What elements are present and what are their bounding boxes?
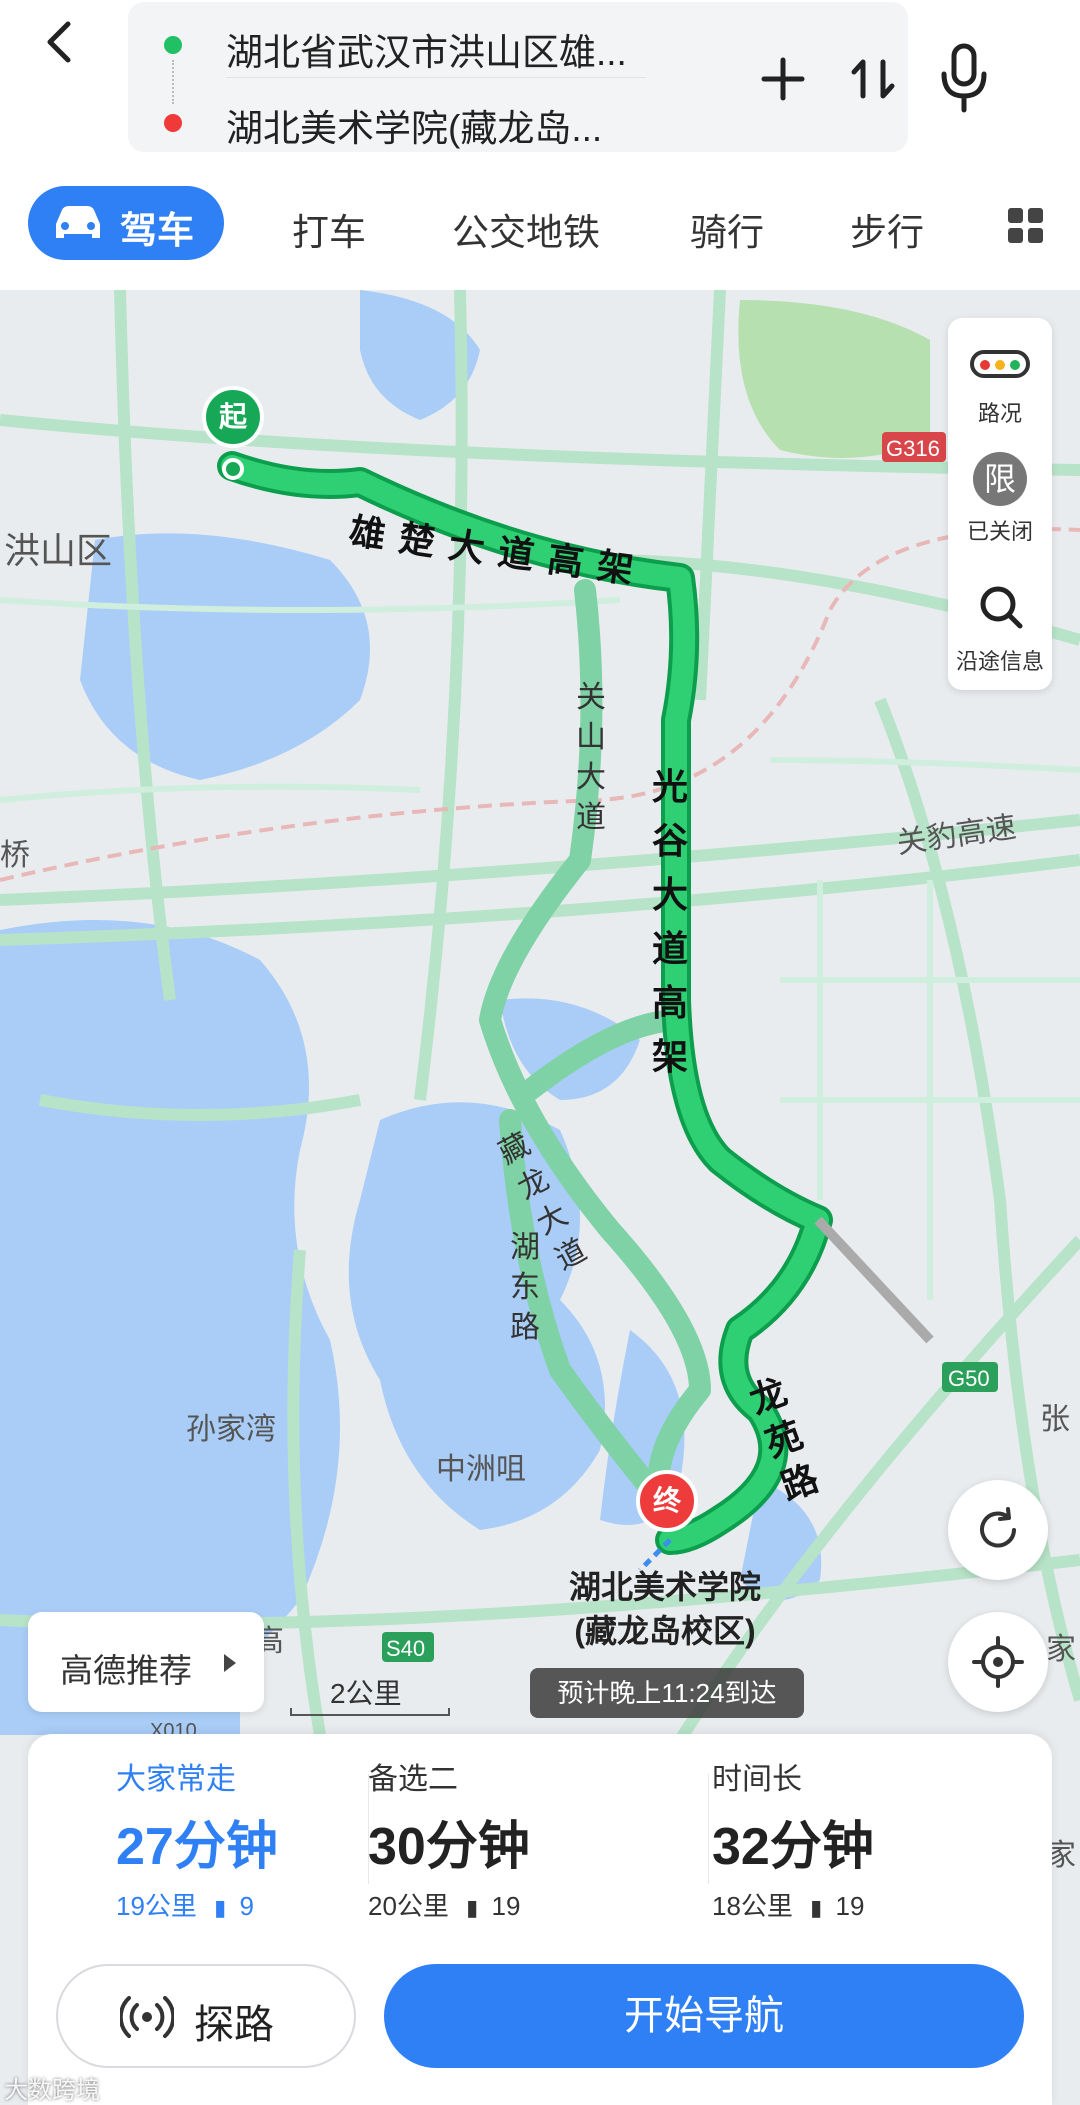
explore-button[interactable]: 探路 — [56, 1964, 356, 2068]
route-time: 30分钟 — [368, 1818, 530, 1876]
route-lights: 19 — [835, 1891, 865, 1921]
back-arrow-icon[interactable] — [30, 12, 90, 72]
route-distance: 18公里 — [712, 1891, 793, 1921]
start-marker[interactable]: 起 — [202, 386, 264, 448]
route-lights: 19 — [491, 1891, 521, 1921]
recommend-button[interactable]: 高德推荐 — [28, 1612, 264, 1712]
route-option-3[interactable]: 时间长 32分钟 18公里 ▮ 19 — [712, 1734, 1052, 1924]
header: 湖北省武汉市洪山区雄... 湖北美术学院(藏龙岛... 驾车 打车 公交地铁 骑… — [0, 0, 1080, 290]
route-tag: 时间长 — [712, 1763, 802, 1796]
route-panel: 大家常走 27分钟 19公里 ▮ 9 备选二 30分钟 20公里 ▮ 19 时间… — [28, 1734, 1052, 2105]
traffic-light-icon: ▮ — [466, 1895, 479, 1920]
route-distance: 19公里 — [116, 1891, 197, 1921]
route-meta: 18公里 ▮ 19 — [712, 1886, 864, 1923]
scale-bar — [290, 1708, 450, 1716]
traffic-light-icon: ▮ — [810, 1895, 823, 1920]
refresh-icon — [980, 1507, 1016, 1548]
road-guanshan: 关山大道 — [576, 681, 606, 834]
eta-badge: 预计晚上11:24到达 — [530, 1668, 804, 1718]
divider — [226, 77, 646, 78]
traffic-label: 路况 — [977, 401, 1022, 426]
route-meta: 20公里 ▮ 19 — [368, 1886, 520, 1923]
travel-mode-tabs: 驾车 打车 公交地铁 骑行 步行 — [0, 180, 1080, 270]
route-distance: 20公里 — [368, 1891, 449, 1921]
route-option-1[interactable]: 大家常走 27分钟 19公里 ▮ 9 — [28, 1734, 368, 1924]
divider — [708, 1774, 709, 1884]
place-hongshan: 洪山区 — [4, 530, 113, 571]
refresh-button[interactable] — [948, 1480, 1048, 1580]
locate-icon — [972, 1636, 1024, 1688]
tab-transit[interactable]: 公交地铁 — [452, 202, 600, 256]
microphone-icon[interactable] — [936, 42, 992, 116]
route-tag: 备选二 — [368, 1763, 458, 1796]
along-route-button[interactable]: 沿途信息 — [948, 568, 1052, 686]
restriction-button[interactable]: 限 已关闭 — [948, 442, 1052, 560]
destination-label-line1: 湖北美术学院 — [568, 1569, 761, 1605]
route-tag: 大家常走 — [116, 1763, 236, 1796]
locate-button[interactable] — [948, 1612, 1048, 1712]
restriction-label: 已关闭 — [966, 519, 1033, 544]
origin-dot-icon — [164, 36, 182, 54]
map-tools-card: 路况 限 已关闭 沿途信息 — [948, 318, 1052, 690]
place-zhongzhouju: 中洲咀 — [436, 1453, 526, 1486]
along-route-label: 沿途信息 — [955, 649, 1044, 674]
car-icon — [56, 206, 100, 238]
search-icon — [980, 586, 1023, 629]
destination-label: 湖北美术学院 (藏龙岛校区) — [555, 1565, 775, 1653]
route-time: 27分钟 — [116, 1818, 278, 1876]
route-option-2[interactable]: 备选二 30分钟 20公里 ▮ 19 — [368, 1734, 708, 1924]
add-icon[interactable] — [758, 54, 808, 104]
traffic-icon — [970, 350, 1030, 378]
explore-label: 探路 — [194, 2003, 274, 2047]
road-guanggu: 光谷大道高架 — [652, 766, 689, 1077]
tab-walk[interactable]: 步行 — [850, 202, 924, 256]
highway-badge-g316: G316 — [886, 436, 940, 461]
destination-label-line2: (藏龙岛校区) — [574, 1613, 756, 1649]
destination-input[interactable]: 湖北美术学院(藏龙岛... — [226, 98, 602, 152]
place-jia: 家 — [1046, 1633, 1076, 1666]
place-sunjiawan: 孙家湾 — [186, 1413, 276, 1446]
address-box[interactable]: 湖北省武汉市洪山区雄... 湖北美术学院(藏龙岛... — [128, 2, 987, 152]
recommend-label: 高德推荐 — [60, 1652, 192, 1689]
restriction-icon: 限 — [973, 452, 1027, 506]
route-time: 32分钟 — [712, 1818, 874, 1876]
road-hudong: 湖东路 — [510, 1231, 540, 1344]
swap-icon[interactable] — [846, 52, 900, 106]
highway-badge-s40: S40 — [386, 1636, 426, 1661]
tab-cycle[interactable]: 骑行 — [690, 202, 764, 256]
connector-line — [172, 60, 176, 104]
watermark: 大数跨境 — [4, 2077, 100, 2104]
scale-label: 2公里 — [330, 1678, 402, 1709]
tab-taxi[interactable]: 打车 — [292, 202, 366, 256]
play-arrow-icon — [224, 1654, 236, 1672]
tab-drive-label: 驾车 — [120, 210, 194, 251]
traffic-light-icon: ▮ — [214, 1895, 227, 1920]
destination-dot-icon — [164, 114, 182, 132]
highway-badge-g50: G50 — [948, 1366, 990, 1391]
start-point-icon — [222, 458, 244, 480]
place-zhang: 张 — [1040, 1403, 1070, 1436]
grid-icon[interactable] — [1006, 206, 1046, 246]
origin-input[interactable]: 湖北省武汉市洪山区雄... — [226, 22, 627, 76]
route-lights: 9 — [239, 1891, 254, 1921]
tab-drive[interactable]: 驾车 — [28, 186, 224, 260]
start-navigation-button[interactable]: 开始导航 — [384, 1964, 1024, 2068]
place-qiao: 桥 — [0, 839, 30, 872]
traffic-button[interactable]: 路况 — [948, 326, 1052, 436]
end-marker[interactable]: 终 — [636, 1470, 698, 1532]
route-meta: 19公里 ▮ 9 — [116, 1886, 254, 1923]
radar-icon — [120, 1996, 174, 2038]
